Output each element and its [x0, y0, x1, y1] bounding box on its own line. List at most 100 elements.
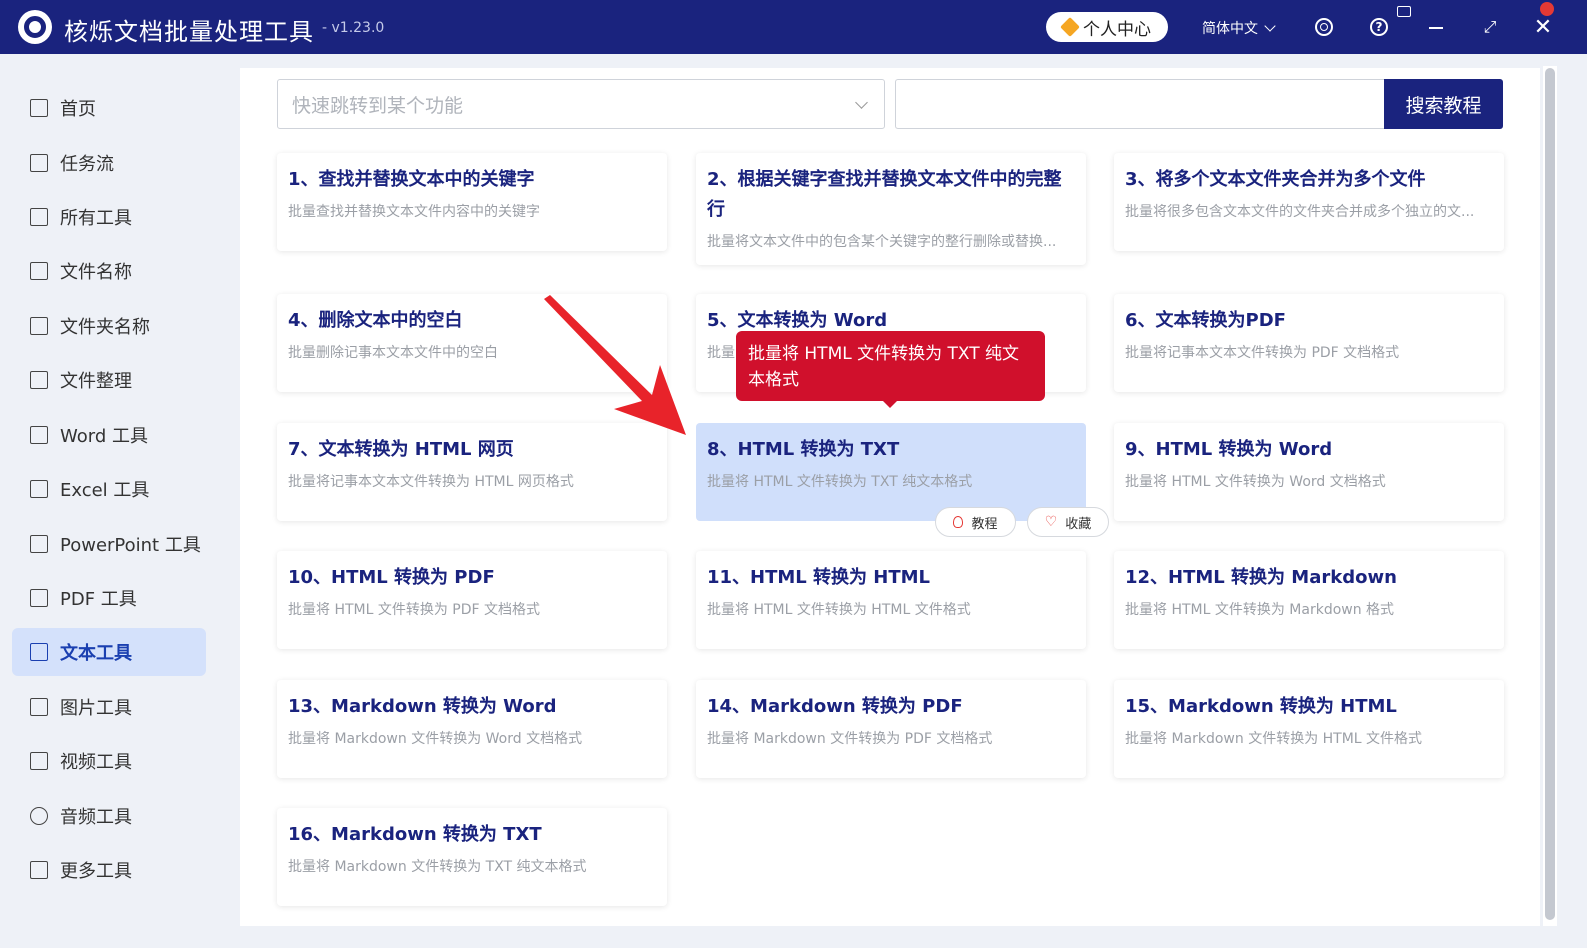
sidebar-item-label: 视频工具 — [60, 752, 132, 773]
sidebar-item-label: 文件名称 — [60, 262, 132, 283]
tool-card-13[interactable]: 13、Markdown 转换为 Word 批量将 Markdown 文件转换为 … — [277, 680, 667, 778]
tool-card-3[interactable]: 3、将多个文本文件夹合并为多个文件 批量将很多包含文本文件的文件夹合并成多个独立… — [1114, 153, 1504, 251]
sidebar-item-text-tools[interactable]: 文本工具 — [12, 628, 206, 676]
search-tutorial-button[interactable]: 搜索教程 — [1384, 79, 1503, 129]
card-desc: 批量将 Markdown 文件转换为 TXT 纯文本格式 — [288, 859, 587, 875]
sidebar-item-label: PowerPoint 工具 — [60, 535, 201, 556]
favorite-button[interactable]: ♡ 收藏 — [1027, 507, 1109, 537]
heart-icon: ♡ — [1044, 514, 1058, 530]
text-icon — [30, 643, 48, 661]
tutorial-label: 教程 — [971, 516, 998, 532]
quick-jump-placeholder: 快速跳转到某个功能 — [292, 94, 464, 117]
scroll-thumb[interactable] — [1545, 68, 1555, 920]
language-select[interactable]: 简体中文 — [1202, 18, 1276, 38]
tool-card-10[interactable]: 10、HTML 转换为 PDF 批量将 HTML 文件转换为 PDF 文档格式 — [277, 551, 667, 649]
sidebar-item-pdf-tools[interactable]: PDF 工具 — [12, 574, 206, 622]
sidebar-item-all-tools[interactable]: 所有工具 — [12, 193, 206, 241]
favorite-label: 收藏 — [1065, 516, 1092, 532]
quick-jump-select[interactable]: 快速跳转到某个功能 — [277, 79, 885, 129]
sidebar-item-label: PDF 工具 — [60, 589, 137, 610]
sidebar-item-home[interactable]: 首页 — [12, 84, 206, 132]
card-desc: 批量将文本文件中的包含某个关键字的整行删除或替换... — [707, 234, 1057, 250]
tool-card-11[interactable]: 11、HTML 转换为 HTML 批量将 HTML 文件转换为 HTML 文件格… — [696, 551, 1086, 649]
sidebar-item-image-tools[interactable]: 图片工具 — [12, 683, 206, 731]
card-title: 2、根据关键字查找并替换文本文件中的完整行 — [707, 169, 1062, 220]
tool-card-2[interactable]: 2、根据关键字查找并替换文本文件中的完整行 批量将文本文件中的包含某个关键字的整… — [696, 153, 1086, 265]
card-title: 6、文本转换为PDF — [1125, 310, 1286, 331]
card-desc: 批量将 HTML 文件转换为 TXT 纯文本格式 — [707, 474, 973, 490]
sidebar-item-workflow[interactable]: 任务流 — [12, 139, 206, 187]
lightbulb-icon — [953, 516, 964, 528]
maximize-icon[interactable]: ⤢ — [1480, 17, 1500, 37]
search-input[interactable] — [895, 79, 1385, 129]
card-title: 9、HTML 转换为 Word — [1125, 439, 1333, 460]
card-title: 15、Markdown 转换为 HTML — [1125, 696, 1397, 717]
sidebar-item-label: 文件整理 — [60, 371, 132, 392]
user-center-label: 个人中心 — [1083, 19, 1151, 40]
minimize-icon[interactable] — [1426, 18, 1446, 38]
title-bar: 核烁文档批量处理工具 - v1.23.0 个人中心 简体中文 ? ⤢ ✕ — [0, 0, 1587, 54]
card-title: 12、HTML 转换为 Markdown — [1125, 567, 1397, 588]
help-icon[interactable]: ? — [1370, 18, 1388, 36]
card-desc: 批量将 HTML 文件转换为 HTML 文件格式 — [707, 602, 971, 618]
tooltip-arrow — [882, 400, 898, 408]
sidebar-item-file-organize[interactable]: 文件整理 — [12, 356, 206, 404]
diamond-icon — [1060, 17, 1080, 37]
card-title: 13、Markdown 转换为 Word — [288, 696, 557, 717]
tool-card-12[interactable]: 12、HTML 转换为 Markdown 批量将 HTML 文件转换为 Mark… — [1114, 551, 1504, 649]
app-version: - v1.23.0 — [322, 20, 385, 36]
sidebar-item-label: 首页 — [60, 99, 96, 120]
sidebar-item-folder-name[interactable]: 文件夹名称 — [12, 302, 206, 350]
sidebar-item-label: 音频工具 — [60, 807, 132, 828]
close-icon[interactable]: ✕ — [1533, 15, 1553, 40]
card-title: 14、Markdown 转换为 PDF — [707, 696, 963, 717]
language-label: 简体中文 — [1202, 21, 1258, 37]
sidebar-item-video-tools[interactable]: 视频工具 — [12, 737, 206, 785]
sidebar-item-more-tools[interactable]: 更多工具 — [12, 846, 206, 894]
word-icon — [30, 426, 48, 444]
image-icon — [30, 698, 48, 716]
card-desc: 批量将 HTML 文件转换为 PDF 文档格式 — [288, 602, 541, 618]
tool-card-15[interactable]: 15、Markdown 转换为 HTML 批量将 Markdown 文件转换为 … — [1114, 680, 1504, 778]
sidebar-item-label: 图片工具 — [60, 698, 132, 719]
card-desc: 批量查找并替换文本文件内容中的关键字 — [288, 204, 540, 220]
sidebar-item-excel-tools[interactable]: Excel 工具 — [12, 465, 206, 513]
scrollbar[interactable] — [1543, 66, 1557, 926]
app-title: 核烁文档批量处理工具 — [64, 18, 314, 46]
card-title: 8、HTML 转换为 TXT — [707, 439, 900, 460]
sidebar-item-word-tools[interactable]: Word 工具 — [12, 411, 206, 459]
card-desc: 批量将 Markdown 文件转换为 Word 文档格式 — [288, 731, 583, 747]
card-desc: 批量将 Markdown 文件转换为 PDF 文档格式 — [707, 731, 993, 747]
sidebar-item-label: 更多工具 — [60, 861, 132, 882]
user-center-button[interactable]: 个人中心 — [1046, 12, 1168, 42]
sidebar-item-audio-tools[interactable]: 音频工具 — [12, 792, 206, 840]
tool-card-8[interactable]: 8、HTML 转换为 TXT 批量将 HTML 文件转换为 TXT 纯文本格式 — [696, 423, 1086, 521]
sidebar-item-powerpoint-tools[interactable]: PowerPoint 工具 — [12, 520, 206, 568]
message-icon[interactable] — [1397, 6, 1411, 17]
sidebar-item-label: Excel 工具 — [60, 480, 150, 501]
powerpoint-icon — [30, 535, 48, 553]
organize-icon — [30, 371, 48, 389]
tool-card-9[interactable]: 9、HTML 转换为 Word 批量将 HTML 文件转换为 Word 文档格式 — [1114, 423, 1504, 521]
sidebar-item-label: 文件夹名称 — [60, 317, 150, 338]
chevron-down-icon — [855, 96, 868, 109]
tutorial-button[interactable]: 教程 — [935, 507, 1016, 537]
sidebar: 首页 任务流 所有工具 文件名称 文件夹名称 文件整理 Word 工具 Exce… — [0, 54, 218, 948]
sidebar-item-label: 文本工具 — [60, 643, 132, 664]
monitor-icon — [30, 208, 48, 226]
tool-card-1[interactable]: 1、查找并替换文本中的关键字 批量查找并替换文本文件内容中的关键字 — [277, 153, 667, 251]
sidebar-item-file-name[interactable]: 文件名称 — [12, 247, 206, 295]
video-icon — [30, 752, 48, 770]
sidebar-item-label: 任务流 — [60, 154, 114, 175]
tool-card-16[interactable]: 16、Markdown 转换为 TXT 批量将 Markdown 文件转换为 T… — [277, 808, 667, 906]
card-desc: 批量将 HTML 文件转换为 Word 文档格式 — [1125, 474, 1386, 490]
microphone-icon — [30, 807, 48, 825]
tool-card-14[interactable]: 14、Markdown 转换为 PDF 批量将 Markdown 文件转换为 P… — [696, 680, 1086, 778]
tool-card-6[interactable]: 6、文本转换为PDF 批量将记事本文本文件转换为 PDF 文档格式 — [1114, 294, 1504, 392]
tooltip: 批量将 HTML 文件转换为 TXT 纯文本格式 — [736, 331, 1045, 401]
settings-gear-icon[interactable] — [1315, 18, 1333, 36]
folder-icon — [30, 317, 48, 335]
card-desc: 批量将记事本文本文件转换为 PDF 文档格式 — [1125, 345, 1400, 361]
file-icon — [30, 262, 48, 280]
card-desc: 批量将 HTML 文件转换为 Markdown 格式 — [1125, 602, 1395, 618]
